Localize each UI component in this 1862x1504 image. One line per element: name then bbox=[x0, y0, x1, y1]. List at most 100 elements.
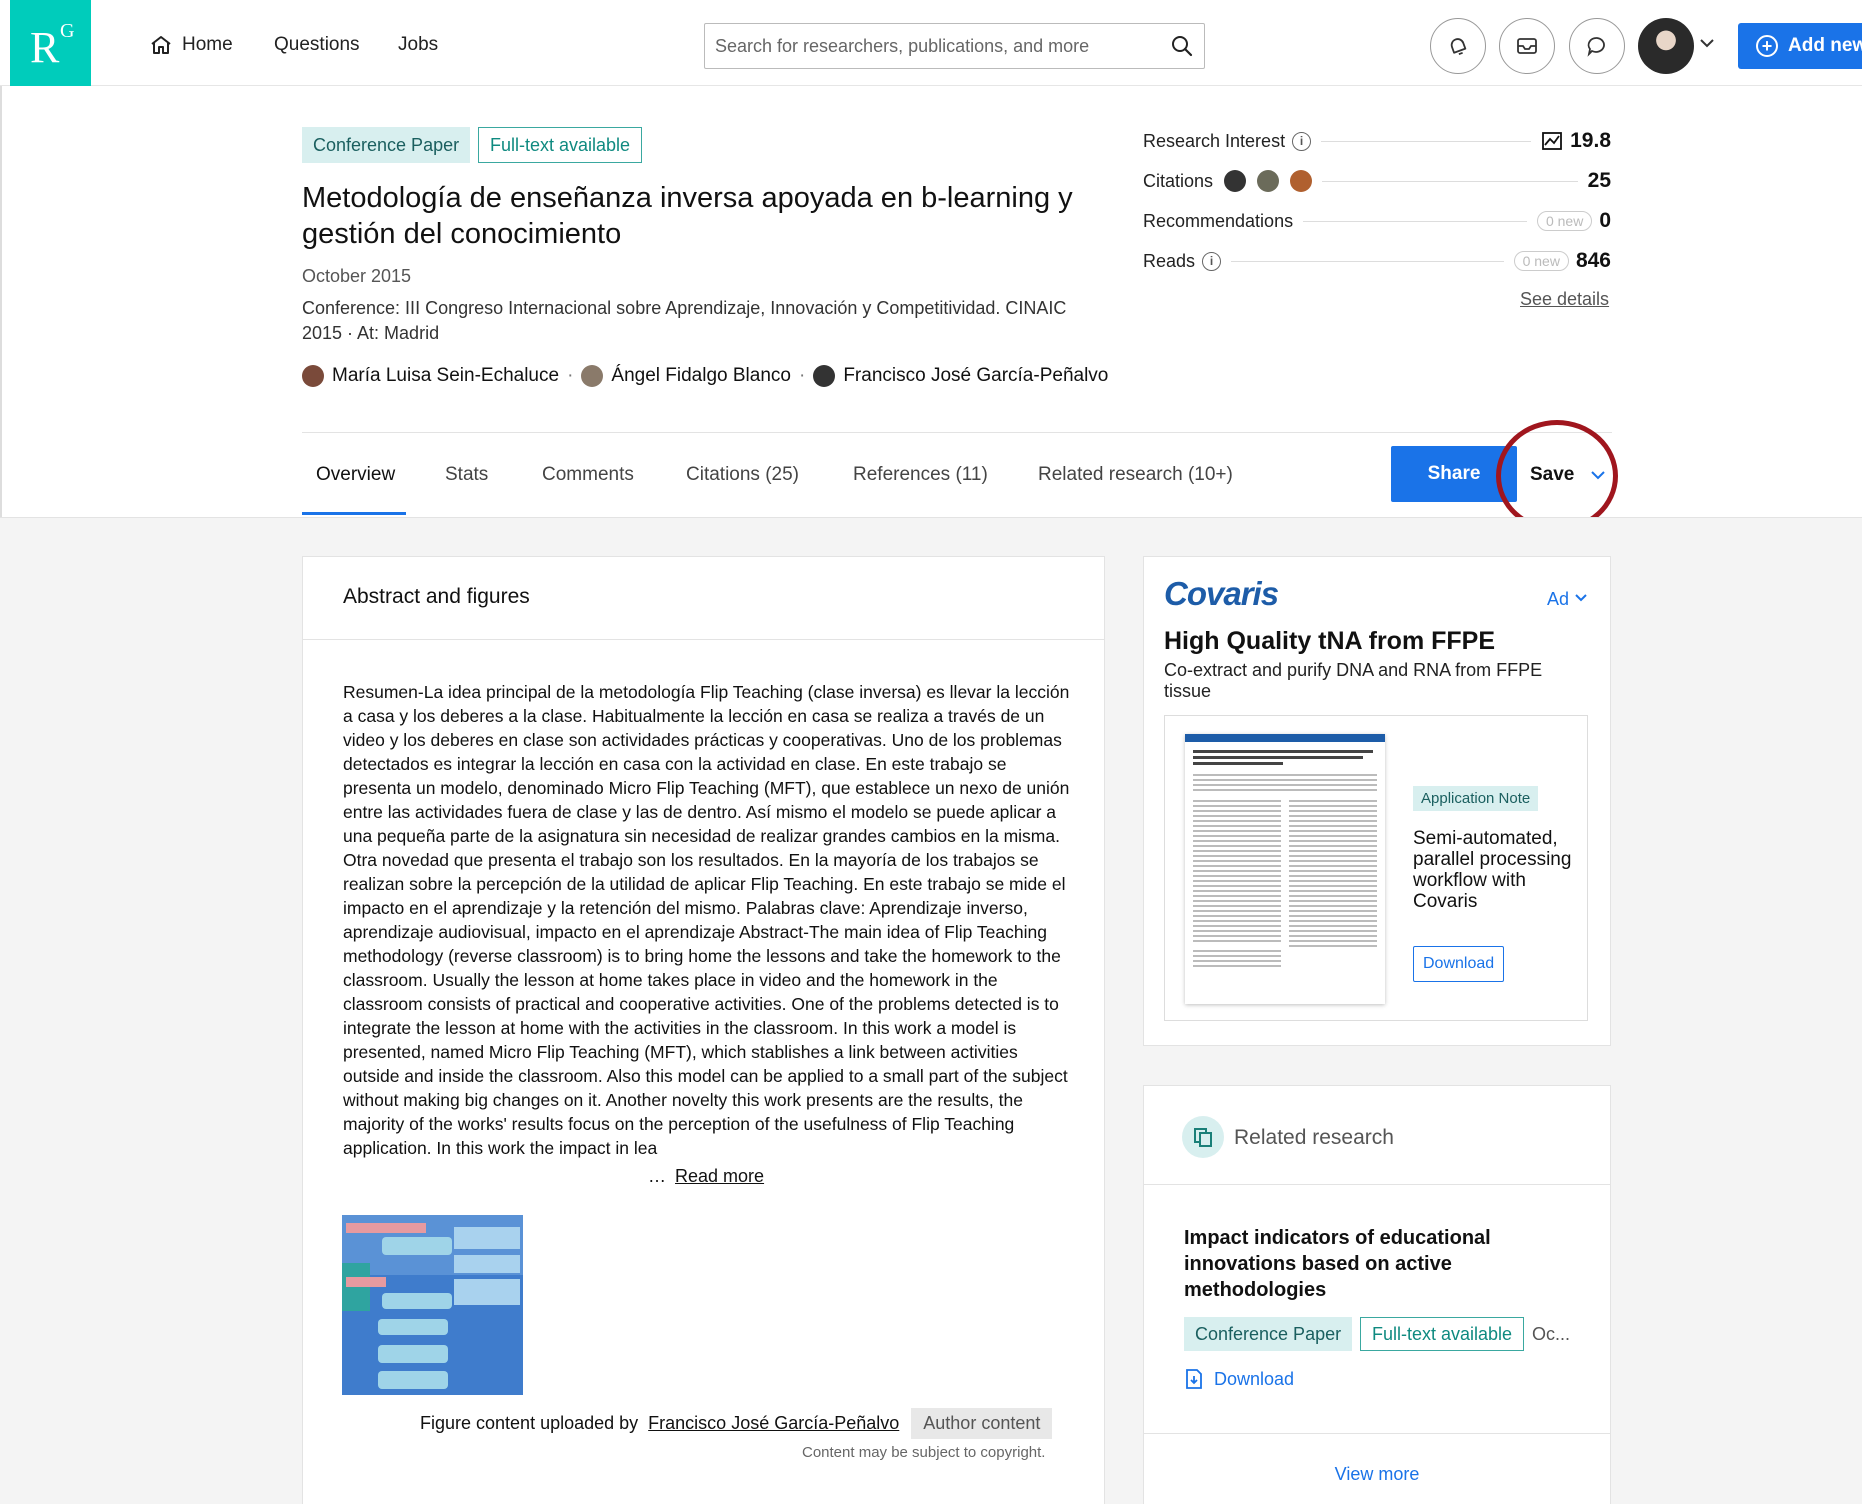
search-input[interactable] bbox=[705, 24, 1160, 68]
covaris-logo: Covaris bbox=[1164, 575, 1279, 612]
user-avatar[interactable] bbox=[1638, 18, 1694, 74]
stat-citations[interactable]: Citations 25 bbox=[1143, 168, 1611, 194]
highlight-circle-annotation bbox=[1496, 420, 1618, 532]
messages-icon bbox=[1517, 38, 1537, 54]
related-divider bbox=[1144, 1184, 1610, 1185]
read-more-link[interactable]: … Read more bbox=[648, 1166, 764, 1187]
tab-comments[interactable]: Comments bbox=[542, 464, 634, 486]
stat-leader-line bbox=[1322, 180, 1578, 182]
stat-research-interest: Research Interest i 19.8 bbox=[1143, 128, 1611, 154]
chat-icon bbox=[1587, 37, 1605, 57]
stat-leader-line bbox=[1231, 260, 1504, 262]
author-list: María Luisa Sein-Echaluce · Ángel Fidalg… bbox=[302, 365, 1108, 387]
paper-conference: Conference: III Congreso Internacional s… bbox=[302, 298, 1067, 343]
nav-home-label: Home bbox=[182, 34, 233, 55]
chat-button[interactable] bbox=[1569, 18, 1625, 74]
info-icon[interactable]: i bbox=[1202, 251, 1222, 271]
figure-diagram-image bbox=[342, 1215, 523, 1395]
author-separator: · bbox=[567, 365, 574, 386]
stat-label: Reads bbox=[1143, 250, 1196, 271]
nav-questions-label: Questions bbox=[274, 34, 360, 55]
logo-letter-r: R bbox=[30, 23, 60, 72]
add-new-button[interactable]: + Add new bbox=[1738, 23, 1862, 69]
related-research-heading: Related research bbox=[1234, 1126, 1394, 1149]
tab-citations[interactable]: Citations (25) bbox=[686, 464, 799, 486]
abstract-heading: Abstract and figures bbox=[343, 585, 530, 608]
home-icon bbox=[151, 36, 171, 54]
ad-label: Ad bbox=[1546, 589, 1569, 609]
application-note-tag: Application Note bbox=[1413, 786, 1539, 811]
download-icon bbox=[1186, 1369, 1202, 1389]
logo-letter-g: G bbox=[60, 20, 75, 42]
fulltext-tag[interactable]: Full-text available bbox=[478, 127, 643, 163]
ad-document-preview bbox=[1185, 734, 1385, 1004]
new-badge: 0 new bbox=[1536, 211, 1593, 231]
figure-caption-prefix: Figure content uploaded by bbox=[420, 1413, 639, 1433]
researchgate-logo[interactable]: R G bbox=[10, 0, 91, 86]
tab-overview[interactable]: Overview bbox=[316, 464, 395, 486]
read-more-label: Read more bbox=[675, 1166, 765, 1186]
ad-headline: High Quality tNA from FFPE bbox=[1164, 627, 1496, 655]
messages-button[interactable] bbox=[1499, 18, 1555, 74]
trend-chart-icon bbox=[1542, 132, 1563, 150]
related-item-date: Oc... bbox=[1532, 1324, 1571, 1344]
advertisement-card[interactable]: Covaris Ad High Quality tNA from FFPE Co… bbox=[1143, 556, 1611, 1046]
related-research-card: Related research Impact indicators of ed… bbox=[1143, 1085, 1611, 1504]
citations-value: 25 bbox=[1587, 169, 1611, 192]
page-title: Metodología de enseñanza inversa apoyada… bbox=[302, 182, 1073, 250]
stat-leader-line bbox=[1321, 140, 1532, 142]
citation-avatar bbox=[1257, 170, 1280, 192]
nav-questions-link[interactable]: Questions bbox=[274, 34, 360, 56]
paper-date: October 2015 bbox=[302, 266, 412, 286]
figure-thumbnail[interactable] bbox=[342, 1215, 523, 1395]
document-thumbnail-image bbox=[1185, 734, 1385, 967]
recommendations-value: 0 bbox=[1599, 209, 1611, 232]
figure-caption: Figure content uploaded by Francisco Jos… bbox=[420, 1408, 1053, 1439]
download-label: Download bbox=[1214, 1368, 1295, 1389]
search-button[interactable] bbox=[1160, 35, 1204, 57]
active-tab-indicator bbox=[302, 512, 406, 515]
stat-recommendations: Recommendations 0 new 0 bbox=[1143, 208, 1611, 234]
abstract-text: Resumen-La idea principal de la metodolo… bbox=[343, 682, 1070, 1158]
tab-references[interactable]: References (11) bbox=[853, 464, 988, 486]
ad-content-box: Application Note Semi-automated, paralle… bbox=[1164, 715, 1588, 1021]
copy-stack-icon bbox=[1182, 1116, 1224, 1158]
author-avatar[interactable] bbox=[302, 365, 324, 387]
stat-leader-line bbox=[1303, 220, 1527, 222]
notifications-button[interactable] bbox=[1430, 18, 1486, 74]
paper-type-tag: Conference Paper bbox=[302, 127, 471, 163]
author-avatar[interactable] bbox=[813, 365, 836, 387]
stat-label: Research Interest bbox=[1143, 130, 1286, 151]
tabs-divider bbox=[302, 432, 1612, 433]
search-bar bbox=[704, 23, 1205, 69]
figure-caption-text: Figure content uploaded by Francisco Jos… bbox=[420, 1413, 899, 1434]
stat-label: Recommendations bbox=[1143, 210, 1294, 231]
ad-options[interactable]: Ad bbox=[1547, 589, 1588, 610]
info-icon[interactable]: i bbox=[1292, 131, 1312, 151]
reads-value: 846 bbox=[1575, 249, 1611, 272]
see-details-link[interactable]: See details bbox=[1520, 289, 1609, 310]
stat-label: Citations bbox=[1143, 170, 1214, 191]
ad-subtitle: Co-extract and purify DNA and RNA from F… bbox=[1164, 660, 1543, 701]
author-link[interactable]: María Luisa Sein-Echaluce bbox=[332, 365, 559, 387]
stat-reads: Reads i 0 new 846 bbox=[1143, 248, 1611, 274]
ad-download-button[interactable]: Download bbox=[1413, 946, 1505, 982]
add-new-label: Add new bbox=[1788, 35, 1862, 56]
nav-jobs-label: Jobs bbox=[398, 34, 439, 55]
nav-home-link[interactable]: Home bbox=[150, 34, 233, 56]
related-item-download-link[interactable]: Download bbox=[1184, 1368, 1294, 1390]
figure-uploader-link[interactable]: Francisco José García-Peñalvo bbox=[648, 1413, 899, 1433]
author-link[interactable]: Francisco José García-Peñalvo bbox=[843, 365, 1108, 387]
related-item-fulltext-tag[interactable]: Full-text available bbox=[1360, 1317, 1525, 1351]
author-content-badge: Author content bbox=[911, 1408, 1053, 1439]
chevron-down-icon[interactable] bbox=[1698, 34, 1716, 52]
tab-related-research[interactable]: Related research (10+) bbox=[1038, 464, 1233, 486]
chevron-down-icon bbox=[1575, 594, 1587, 602]
author-avatar[interactable] bbox=[581, 365, 604, 387]
author-link[interactable]: Ángel Fidalgo Blanco bbox=[611, 365, 791, 387]
tab-stats[interactable]: Stats bbox=[445, 464, 488, 486]
nav-jobs-link[interactable]: Jobs bbox=[398, 34, 438, 56]
related-item-title[interactable]: Impact indicators of educational innovat… bbox=[1184, 1225, 1544, 1303]
view-more-link[interactable]: View more bbox=[1144, 1464, 1610, 1485]
top-navbar: R G Home Questions Jobs + Add new bbox=[0, 0, 1862, 86]
